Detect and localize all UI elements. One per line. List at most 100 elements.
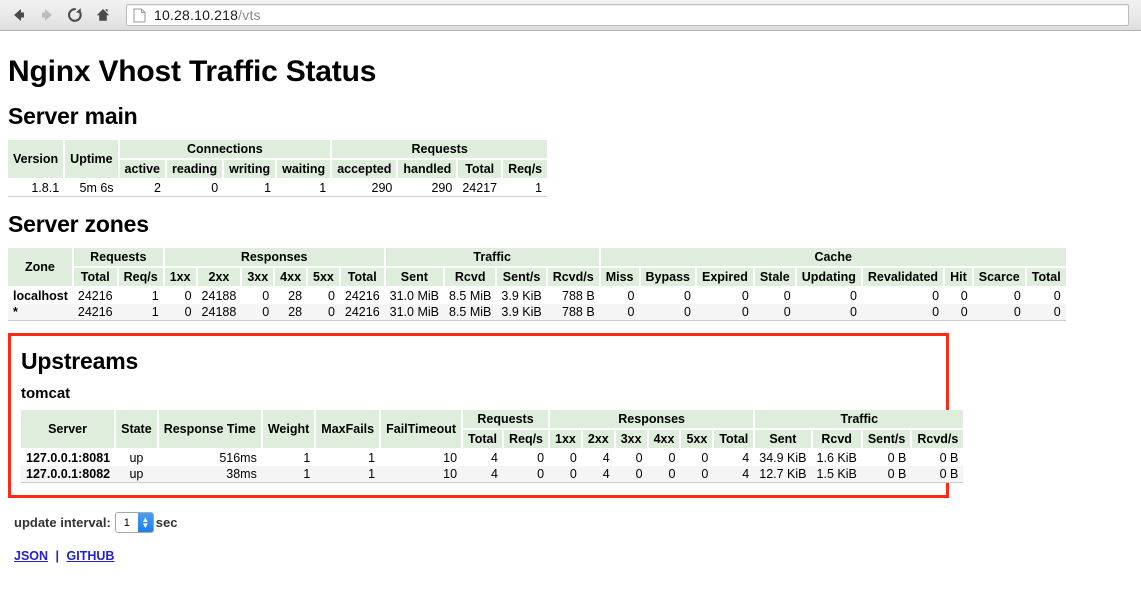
col-resp-total: Total xyxy=(713,429,756,450)
cell-sent: 31.0 MiB xyxy=(389,305,439,319)
cell-uptime: 5m 6s xyxy=(79,181,114,195)
col-expired: Expired xyxy=(695,267,755,288)
upstreams-highlight-box: Upstreams tomcat Server State Response T… xyxy=(8,333,964,498)
server-zones-table: Zone Requests Responses Traffic Cache To… xyxy=(8,248,1066,321)
back-arrow-icon[interactable] xyxy=(6,2,32,28)
json-link[interactable]: JSON xyxy=(14,549,48,563)
home-icon[interactable] xyxy=(90,2,116,28)
col-updating: Updating xyxy=(795,267,863,288)
col-req-total: Total xyxy=(457,159,504,180)
cell-bypass: 0 xyxy=(684,289,691,303)
upstreams-table: Server State Response Time Weight MaxFai… xyxy=(21,410,964,483)
cell-sent: 31.0 MiB xyxy=(389,289,439,303)
cell-r3xx: 0 xyxy=(262,305,270,319)
table-row: 127.0.0.1:8081 up 516ms 1 1 10 4 0 0 4 0 0 0 4 34.9 Ki… xyxy=(21,449,963,466)
cell-miss: 0 xyxy=(627,305,635,319)
cell-stale: 0 xyxy=(783,305,791,319)
cell-waiting: 1 xyxy=(319,181,327,195)
col-revalidated: Revalidated xyxy=(861,267,946,288)
server-zones-title: Server zones xyxy=(8,211,149,237)
col-uptime: Uptime xyxy=(64,140,120,180)
update-interval-value[interactable]: 1 xyxy=(115,513,138,532)
cell-r2xx: 4 xyxy=(602,451,610,465)
group-responses: Responses xyxy=(163,248,386,268)
cell-req-total: 24217 xyxy=(462,181,498,195)
col-server: Server xyxy=(21,410,117,450)
cell-maxfails: 1 xyxy=(368,467,376,481)
col-waiting: waiting xyxy=(276,159,333,180)
server-main-table: Version Uptime Connections Requests acti… xyxy=(8,140,548,197)
group-traffic: Traffic xyxy=(754,410,964,430)
cell-r1xx: 0 xyxy=(569,451,577,465)
col-cache-total: Total xyxy=(1025,267,1066,288)
group-cache: Cache xyxy=(599,248,1066,268)
cell-zone: * xyxy=(13,305,18,319)
cell-r2xx: 24188 xyxy=(201,305,237,319)
cell-response-time: 38ms xyxy=(226,467,257,481)
forward-arrow-icon[interactable] xyxy=(34,2,60,28)
cell-version: 1.8.1 xyxy=(31,181,60,195)
stepper-arrows-icon[interactable]: ▲ ▼ xyxy=(137,513,153,532)
cell-hit: 0 xyxy=(960,305,968,319)
cell-weight: 1 xyxy=(303,451,311,465)
stepper-down-icon[interactable]: ▼ xyxy=(141,521,149,528)
group-connections: Connections xyxy=(118,140,333,160)
col-req-per-sec: Req/s xyxy=(502,429,551,450)
cell-scarce: 0 xyxy=(1013,289,1021,303)
col-handled: handled xyxy=(397,159,459,180)
table-row: 1.8.1 5m 6s 2 0 1 1 290 290 24217 1 xyxy=(8,179,547,197)
update-interval-stepper[interactable]: 1 ▲ ▼ xyxy=(114,512,154,533)
col-reading: reading xyxy=(166,159,225,180)
url-bar[interactable]: 10.28.10.218/vts xyxy=(126,4,1129,26)
cell-r4xx: 0 xyxy=(668,451,676,465)
table-header-row: Total Req/s 1xx 2xx 3xx 4xx 5xx Total Se… xyxy=(8,267,1066,288)
group-requests: Requests xyxy=(462,410,551,430)
cell-handled: 290 xyxy=(431,181,453,195)
cell-rcvd-s: 0 B xyxy=(939,467,959,481)
cell-server: 127.0.0.1:8082 xyxy=(26,467,111,481)
col-1xx: 1xx xyxy=(163,267,198,288)
col-3xx: 3xx xyxy=(241,267,276,288)
cell-cache-total: 0 xyxy=(1053,289,1061,303)
cell-req-reqs: 0 xyxy=(537,451,545,465)
github-link[interactable]: GITHUB xyxy=(67,549,115,563)
cell-r4xx: 0 xyxy=(668,467,676,481)
cell-r3xx: 0 xyxy=(635,451,643,465)
cell-r5xx: 0 xyxy=(327,289,335,303)
document-icon xyxy=(133,8,146,23)
col-accepted: accepted xyxy=(331,159,399,180)
cell-failtimeout: 10 xyxy=(443,451,458,465)
cell-zone: localhost xyxy=(13,289,68,303)
cell-req-per-sec: 1 xyxy=(535,181,543,195)
cell-sent-s: 0 B xyxy=(887,467,907,481)
reload-icon[interactable] xyxy=(62,2,88,28)
browser-toolbar: 10.28.10.218/vts xyxy=(0,0,1141,31)
table-row: localhost 24216 1 0 24188 0 28 0 24216 31.0 MiB 8.… xyxy=(8,287,1066,304)
cell-req-total: 24216 xyxy=(77,305,113,319)
url-host: 10.28.10.218 xyxy=(154,7,239,23)
col-5xx: 5xx xyxy=(307,267,341,288)
server-zones-body: localhost 24216 1 0 24188 0 28 0 24216 31.0 MiB 8.… xyxy=(8,287,1066,321)
col-response-time: Response Time xyxy=(157,410,263,450)
col-rcvd: Rcvd xyxy=(811,429,863,450)
cell-req-reqs: 1 xyxy=(151,289,159,303)
cell-active: 2 xyxy=(154,181,161,195)
cell-state: up xyxy=(129,451,144,465)
col-1xx: 1xx xyxy=(549,429,583,450)
col-rcvd: Rcvd xyxy=(444,267,498,288)
cell-server: 127.0.0.1:8081 xyxy=(26,451,111,465)
cell-rcvd-s: 788 B xyxy=(562,289,595,303)
cell-hit: 0 xyxy=(960,289,968,303)
cell-updating: 0 xyxy=(849,289,857,303)
cell-resp-total: 24216 xyxy=(344,289,380,303)
cell-r2xx: 4 xyxy=(602,467,610,481)
cell-state: up xyxy=(129,467,144,481)
page-title: Nginx Vhost Traffic Status xyxy=(8,55,377,88)
cell-r1xx: 0 xyxy=(184,289,192,303)
cell-req-total: 4 xyxy=(491,451,498,465)
cell-r1xx: 0 xyxy=(569,467,577,481)
col-miss: Miss xyxy=(599,267,641,288)
cell-cache-total: 0 xyxy=(1053,305,1061,319)
group-responses: Responses xyxy=(549,410,756,430)
cell-r1xx: 0 xyxy=(184,305,192,319)
